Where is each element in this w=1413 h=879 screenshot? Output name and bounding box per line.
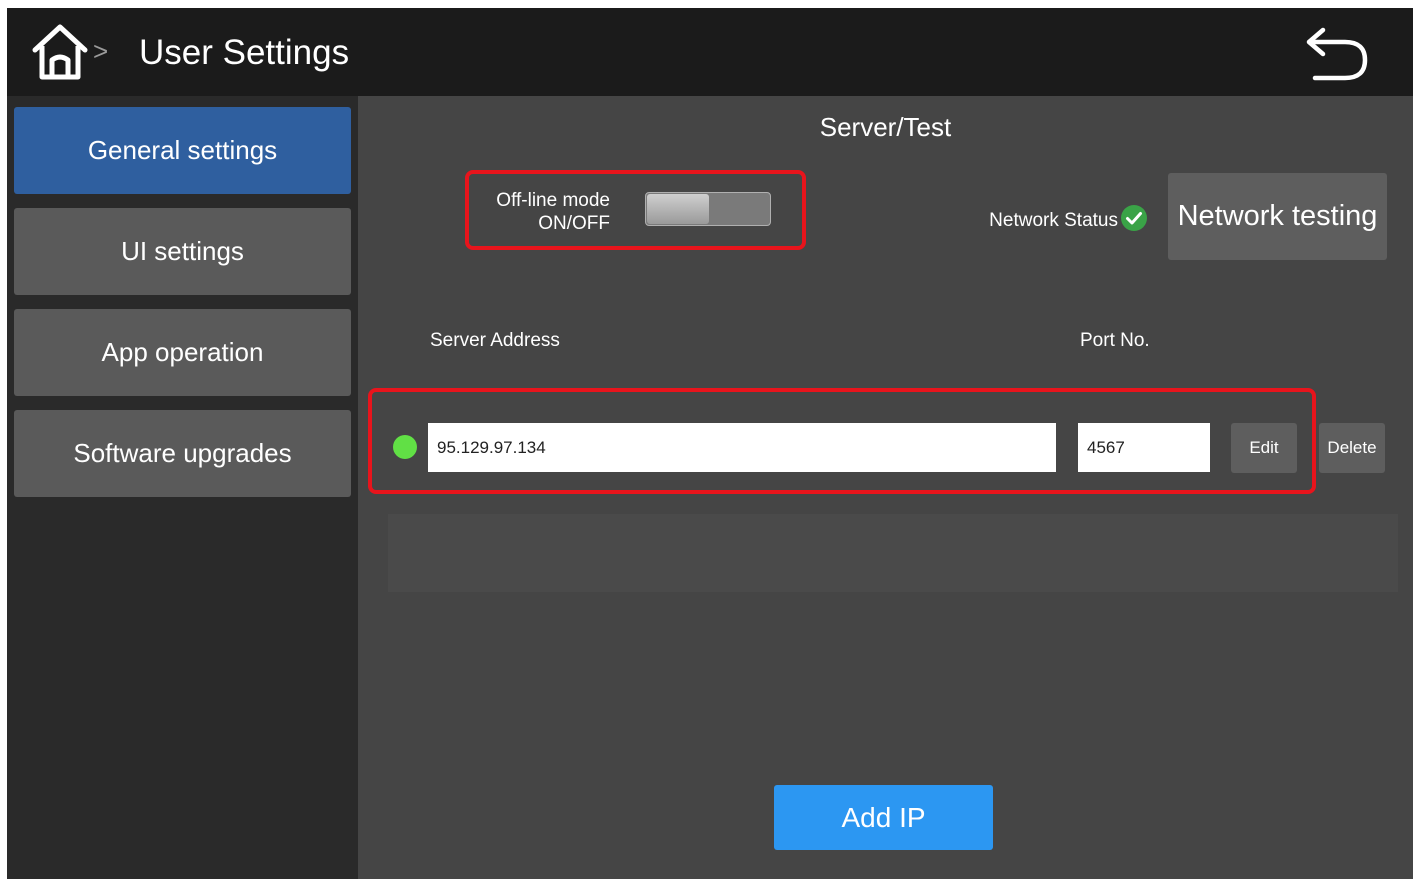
page-title: User Settings bbox=[139, 33, 350, 72]
network-status-label: Network Status bbox=[989, 210, 1118, 231]
sidebar-item-app-operation[interactable]: App operation bbox=[14, 309, 351, 396]
add-ip-button[interactable]: Add IP bbox=[774, 785, 993, 850]
sidebar-item-label: Software upgrades bbox=[73, 438, 292, 468]
toggle-knob bbox=[647, 194, 709, 224]
port-number-header: Port No. bbox=[1080, 330, 1150, 351]
server-status-dot bbox=[393, 435, 417, 459]
server-address-field[interactable]: 95.129.97.134 bbox=[428, 423, 1056, 472]
check-circle-icon bbox=[1121, 205, 1147, 231]
offline-mode-label-line1: Off-line mode bbox=[496, 190, 610, 211]
breadcrumb-chevron: > bbox=[93, 36, 109, 66]
home-icon[interactable] bbox=[31, 22, 89, 82]
delete-button[interactable]: Delete bbox=[1319, 423, 1385, 473]
sidebar-item-general-settings[interactable]: General settings bbox=[14, 107, 351, 194]
offline-mode-label-line2: ON/OFF bbox=[538, 213, 610, 234]
offline-mode-label: Off-line mode ON/OFF bbox=[468, 189, 610, 235]
empty-server-row bbox=[388, 514, 1398, 592]
sidebar-item-label: UI settings bbox=[121, 236, 244, 266]
server-address-header: Server Address bbox=[430, 330, 560, 351]
port-number-field[interactable]: 4567 bbox=[1078, 423, 1210, 472]
undo-arrow-icon[interactable] bbox=[1301, 24, 1371, 84]
sidebar: General settings UI settings App operati… bbox=[7, 96, 358, 879]
network-testing-button[interactable]: Network testing bbox=[1168, 173, 1387, 260]
offline-mode-toggle[interactable] bbox=[645, 192, 771, 226]
sidebar-item-label: General settings bbox=[87, 135, 278, 165]
sidebar-item-software-upgrades[interactable]: Software upgrades bbox=[14, 410, 351, 497]
app-screen: > User Settings General settings UI sett… bbox=[7, 8, 1413, 879]
main-panel: Server/Test Off-line mode ON/OFF Network… bbox=[358, 96, 1413, 879]
sidebar-item-label: App operation bbox=[101, 337, 264, 367]
edit-button[interactable]: Edit bbox=[1231, 423, 1297, 473]
sidebar-item-ui-settings[interactable]: UI settings bbox=[14, 208, 351, 295]
section-title: Server/Test bbox=[819, 112, 952, 142]
top-bar: > User Settings bbox=[7, 8, 1413, 96]
